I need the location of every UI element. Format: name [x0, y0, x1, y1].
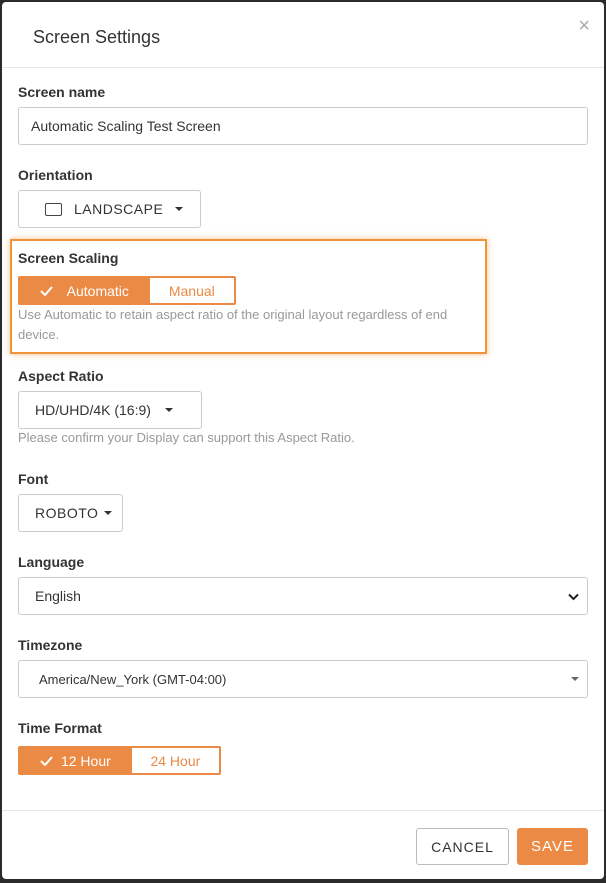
language-value: English	[35, 588, 81, 604]
timezone-label: Timezone	[18, 637, 83, 653]
orientation-dropdown[interactable]: LANDSCAPE	[18, 190, 201, 228]
time-format-24h-label: 24 Hour	[150, 752, 201, 769]
font-label: Font	[18, 471, 49, 487]
aspect-ratio-label: Aspect Ratio	[18, 368, 104, 384]
font-value: ROBOTO	[35, 505, 99, 521]
check-icon	[39, 283, 53, 299]
scaling-automatic-label: Automatic	[66, 282, 129, 299]
save-button[interactable]: SAVE	[517, 828, 588, 865]
check-icon	[40, 753, 53, 769]
aspect-ratio-value: HD/UHD/4K (16:9)	[35, 402, 151, 418]
time-format-12h-label: 12 Hour	[60, 752, 111, 769]
screen-name-label: Screen name	[18, 84, 106, 100]
chevron-down-icon	[104, 511, 113, 515]
modal-header: Screen Settings ×	[2, 2, 604, 68]
screen-scaling-toggle: Automatic Manual	[18, 276, 236, 305]
scaling-automatic-option[interactable]: Automatic	[20, 278, 149, 303]
scaling-manual-option[interactable]: Manual	[148, 278, 234, 303]
chevron-down-icon	[568, 588, 579, 604]
monitor-icon	[45, 202, 62, 216]
screen-settings-modal: Screen Settings × Screen name Orientatio…	[2, 2, 604, 879]
screen-name-input[interactable]	[18, 107, 588, 145]
time-format-label: Time Format	[18, 720, 102, 736]
chevron-down-icon	[571, 677, 579, 681]
aspect-ratio-dropdown[interactable]: HD/UHD/4K (16:9)	[18, 391, 202, 429]
chevron-down-icon	[175, 207, 184, 211]
timezone-select[interactable]: America/New_York (GMT-04:00)	[18, 660, 588, 698]
language-label: Language	[18, 554, 85, 570]
time-format-12h-option[interactable]: 12 Hour	[20, 748, 131, 773]
orientation-label: Orientation	[18, 167, 93, 183]
orientation-value: LANDSCAPE	[74, 201, 164, 217]
modal-title: Screen Settings	[33, 27, 161, 47]
aspect-ratio-helper: Please confirm your Display can support …	[18, 430, 355, 445]
time-format-24h-option[interactable]: 24 Hour	[130, 748, 219, 773]
scaling-manual-label: Manual	[168, 282, 215, 299]
close-icon[interactable]: ×	[578, 16, 590, 36]
modal-footer: CANCEL SAVE	[2, 810, 604, 879]
screen-scaling-label: Screen Scaling	[18, 250, 119, 266]
chevron-down-icon	[164, 408, 173, 412]
time-format-toggle: 12 Hour 24 Hour	[18, 746, 221, 775]
font-dropdown[interactable]: ROBOTO	[18, 494, 123, 532]
cancel-button[interactable]: CANCEL	[416, 828, 509, 865]
timezone-value: America/New_York (GMT-04:00)	[39, 671, 227, 687]
language-select[interactable]: English	[18, 577, 588, 615]
screen-scaling-helper: Use Automatic to retain aspect ratio of …	[18, 307, 448, 342]
